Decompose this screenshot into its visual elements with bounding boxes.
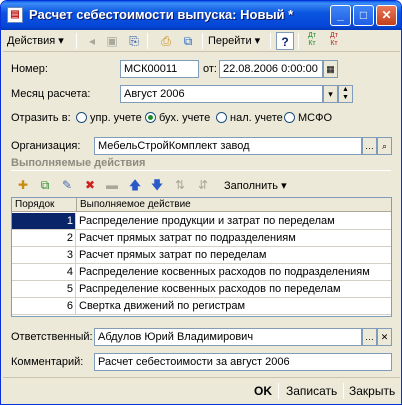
sort-asc-icon[interactable]: ⇅ xyxy=(171,176,189,194)
select-button[interactable]: … xyxy=(362,137,377,155)
document-icon: ▤ xyxy=(7,7,23,23)
open-icon[interactable]: ⌕ xyxy=(377,137,392,155)
number-label: Номер: xyxy=(11,63,48,75)
ok-button[interactable]: OK xyxy=(254,382,272,400)
actions-table[interactable]: Порядок Выполняемое действие 1 Распределе… xyxy=(11,197,392,317)
edit-row-icon[interactable]: ✎ xyxy=(58,176,76,194)
table-row[interactable]: 4 Распределение косвенных расходов по под… xyxy=(12,264,391,281)
row-action-cell[interactable]: Распределение косвенных расходов по пере… xyxy=(77,281,391,297)
table-row[interactable]: 3 Расчет прямых затрат по переделам xyxy=(12,247,391,264)
toolbar-divider xyxy=(202,33,203,49)
dt-kt-tax-icon[interactable]: Дт Кт xyxy=(325,32,343,50)
section-divider xyxy=(11,170,391,171)
actions-menu[interactable]: Действия ▾ xyxy=(7,32,64,50)
minimize-button[interactable]: _ xyxy=(330,5,351,26)
window-title: Расчет себестоимости выпуска: Новый * xyxy=(29,7,294,22)
radio-ifrs[interactable] xyxy=(284,112,295,123)
toolbar-divider xyxy=(298,33,299,49)
structure-icon[interactable]: ⧉ xyxy=(179,32,197,50)
actions-section-title: Выполняемые действия xyxy=(11,157,146,169)
help-icon[interactable]: ? xyxy=(276,32,294,50)
footer-divider xyxy=(343,383,344,399)
sort-desc-icon[interactable]: ⇵ xyxy=(194,176,212,194)
chevron-down-icon[interactable]: ▾ xyxy=(323,85,338,103)
clear-icon[interactable]: ✕ xyxy=(377,328,392,346)
reflect-label: Отразить в: xyxy=(11,112,71,124)
organization-label: Организация: xyxy=(11,140,81,152)
row-order-cell[interactable]: 6 xyxy=(12,298,76,314)
fill-menu[interactable]: Заполнить ▾ xyxy=(224,177,287,195)
copy-doc-icon[interactable]: ▣ xyxy=(103,32,121,50)
row-action-cell[interactable]: Расчет прямых затрат по подразделениям xyxy=(77,230,391,246)
row-action-cell[interactable]: Распределение косвенных расходов по подр… xyxy=(77,264,391,280)
row-order-cell[interactable]: 5 xyxy=(12,281,76,297)
date-label: от: xyxy=(203,63,217,75)
back-arrow-icon[interactable]: ◂ xyxy=(83,32,101,50)
row-action-cell[interactable]: Расчет прямых затрат по переделам xyxy=(77,247,391,263)
row-order-cell[interactable]: 4 xyxy=(12,264,76,280)
radio-mgmt-label: упр. учете xyxy=(90,112,142,124)
select-button[interactable]: … xyxy=(362,328,377,346)
table-row[interactable]: 5 Распределение косвенных расходов по пер… xyxy=(12,281,391,298)
month-label: Месяц расчета: xyxy=(11,88,91,100)
post-print-icon[interactable]: ⎙ xyxy=(157,32,175,50)
add-row-icon[interactable]: ✚ xyxy=(14,176,32,194)
goto-menu[interactable]: Перейти ▾ xyxy=(208,32,260,50)
maximize-button[interactable]: □ xyxy=(353,5,374,26)
table-row[interactable]: 6 Свертка движений по регистрам xyxy=(12,298,391,315)
table-row[interactable]: 1 Распределение продукции и затрат по пер… xyxy=(12,213,391,230)
footer-bar: OK Записать Закрыть xyxy=(3,377,400,403)
title-bar[interactable]: ▤ Расчет себестоимости выпуска: Новый * … xyxy=(1,1,401,30)
end-edit-icon[interactable]: ▬ xyxy=(103,176,121,194)
row-order-cell[interactable]: 1 xyxy=(12,213,76,229)
post-document-icon[interactable]: ⎘ xyxy=(125,32,143,50)
delete-row-icon[interactable]: ✖ xyxy=(81,176,99,194)
save-button[interactable]: Записать xyxy=(286,382,337,400)
radio-tax-label: нал. учете xyxy=(230,112,283,124)
row-action-cell[interactable]: Распределение продукции и затрат по пере… xyxy=(77,213,391,229)
move-down-icon[interactable]: 🡇 xyxy=(148,176,166,194)
chevron-down-icon: ▾ xyxy=(281,180,287,192)
toolbar-divider xyxy=(76,33,77,49)
number-input[interactable]: МСК00011 xyxy=(120,60,199,78)
radio-bookkeeping[interactable] xyxy=(145,112,156,123)
radio-bookkeeping-label: бух. учете xyxy=(159,112,211,124)
comment-label: Комментарий: xyxy=(11,356,84,368)
month-stepper[interactable]: ▲ ▼ xyxy=(338,85,353,103)
chevron-down-icon: ▾ xyxy=(254,35,261,47)
move-up-icon[interactable]: 🡅 xyxy=(126,176,144,194)
toolbar: Действия ▾ ◂ ▣ ⎘ ⎙ ⧉ Перейти ▾ ? Дт Кт Д… xyxy=(3,30,400,52)
footer-divider xyxy=(278,383,279,399)
calendar-icon[interactable]: ▦ xyxy=(323,60,338,78)
radio-tax-accounting[interactable] xyxy=(216,112,227,123)
row-order-cell[interactable]: 3 xyxy=(12,247,76,263)
column-header-action[interactable]: Выполняемое действие xyxy=(77,198,391,212)
column-header-order[interactable]: Порядок xyxy=(12,198,77,212)
radio-ifrs-label: МСФО xyxy=(298,112,333,124)
month-input[interactable]: Август 2006 xyxy=(120,85,323,103)
table-header: Порядок Выполняемое действие xyxy=(12,198,391,212)
toolbar-divider xyxy=(147,33,148,49)
chevron-down-icon: ▾ xyxy=(58,35,64,47)
radio-mgmt-accounting[interactable] xyxy=(76,112,87,123)
organization-input[interactable]: МебельСтройКомплект завод xyxy=(94,137,362,155)
dt-kt-icon[interactable]: Дт Кт xyxy=(303,32,321,50)
responsible-label: Ответственный: xyxy=(11,331,93,343)
copy-row-icon[interactable]: ⧉ xyxy=(36,176,54,194)
comment-input[interactable]: Расчет себестоимости за август 2006 xyxy=(94,353,392,371)
close-button[interactable]: Закрыть xyxy=(349,382,395,400)
responsible-input[interactable]: Абдулов Юрий Владимирович xyxy=(94,328,362,346)
row-order-cell[interactable]: 2 xyxy=(12,230,76,246)
toolbar-divider xyxy=(270,33,271,49)
document-window: ▤ Расчет себестоимости выпуска: Новый * … xyxy=(0,0,402,405)
table-row[interactable]: 2 Расчет прямых затрат по подразделениям xyxy=(12,230,391,247)
row-action-cell[interactable]: Свертка движений по регистрам xyxy=(77,298,391,314)
close-window-button[interactable]: ✕ xyxy=(376,5,397,26)
date-input[interactable]: 22.08.2006 0:00:00 xyxy=(219,60,323,78)
